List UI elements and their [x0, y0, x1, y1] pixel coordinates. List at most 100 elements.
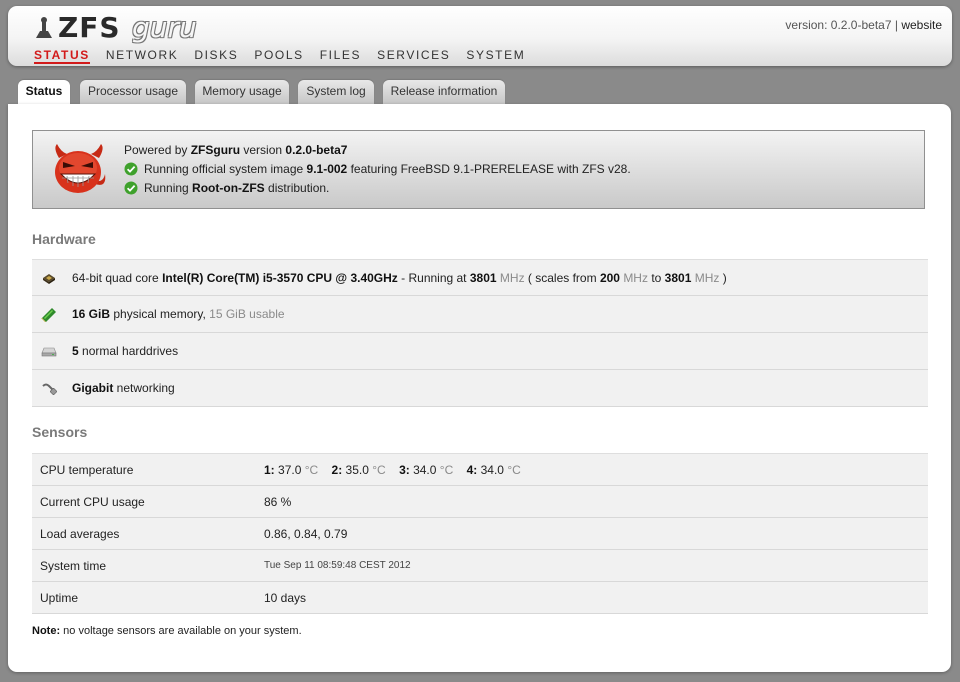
core-temp-1: 1: 37.0 °C: [264, 463, 318, 477]
nav-disks[interactable]: DISKS: [194, 48, 238, 64]
memory-label: physical memory,: [110, 307, 210, 321]
note-text: no voltage sensors are available on your…: [60, 625, 302, 637]
core-temp-value: 34.0: [480, 462, 504, 477]
note-label: Note:: [32, 625, 61, 637]
hardware-memory-row: 16 GiB physical memory, 15 GiB usable: [32, 296, 928, 333]
table-row: Uptime 10 days: [32, 581, 928, 614]
devil-smiley-icon: [55, 144, 106, 193]
distribution-line: Running Root-on-ZFS distribution.: [124, 181, 329, 195]
core-temp-4: 4: 34.0 °C: [467, 463, 521, 477]
top-header: ZFS guru STATUS NETWORK DISKS POOLS FILE…: [8, 6, 952, 66]
main-nav: STATUS NETWORK DISKS POOLS FILES SERVICE…: [34, 48, 541, 64]
nav-pools[interactable]: POOLS: [254, 48, 303, 64]
nav-status[interactable]: STATUS: [34, 48, 90, 64]
cpu-temperature-values: 1: 37.0 °C 2: 35.0 °C 3: 34.0 °C 4: 34.0…: [264, 453, 928, 486]
status-panel: Powered by ZFSguru version 0.2.0-beta7 R…: [8, 104, 951, 672]
cpu-model: Intel(R) Core(TM) i5-3570 CPU @ 3.40GHz: [162, 271, 398, 285]
powered-by-box: Powered by ZFSguru version 0.2.0-beta7 R…: [32, 130, 925, 209]
sensors-title: Sensors: [32, 424, 88, 440]
temp-unit: °C: [507, 462, 521, 477]
nav-services[interactable]: SERVICES: [377, 48, 450, 64]
memory-stick-icon: [41, 308, 56, 322]
temp-unit: °C: [372, 462, 386, 477]
hardware-title: Hardware: [32, 231, 96, 247]
network-speed: Gigabit: [72, 381, 114, 395]
system-image-line: Running official system image 9.1-002 fe…: [124, 162, 631, 176]
version-label: version: [240, 143, 286, 157]
distribution-label: Running: [144, 181, 193, 195]
table-row: Load averages 0.86, 0.84, 0.79: [32, 517, 928, 550]
uptime-value: 10 days: [264, 581, 928, 614]
voltage-note: Note: no voltage sensors are available o…: [32, 625, 302, 637]
cpu-scales-close: ): [719, 271, 727, 285]
check-icon: [124, 181, 138, 195]
core-id: 4:: [466, 462, 478, 477]
product-name: ZFSguru: [190, 143, 241, 157]
cpu-chip-icon: [43, 274, 55, 284]
load-averages-value: 0.86, 0.84, 0.79: [264, 517, 928, 550]
sensor-label: Uptime: [32, 581, 264, 614]
version-separator: |: [894, 18, 898, 32]
version-info: version: 0.2.0-beta7 | website: [785, 18, 942, 32]
network-label: networking: [113, 381, 175, 395]
cpu-frequency: 3801: [469, 271, 497, 285]
nav-network[interactable]: NETWORK: [106, 48, 179, 64]
temp-unit: °C: [439, 462, 454, 477]
tab-memory-usage[interactable]: Memory usage: [195, 80, 289, 104]
memory-info: 16 GiB physical memory, 15 GiB usable: [72, 296, 285, 332]
distribution-name: Root-on-ZFS: [192, 181, 265, 195]
core-id: 2:: [331, 462, 343, 477]
hardware-list: 64-bit quad core Intel(R) Core(TM) i5-35…: [32, 259, 928, 407]
harddrive-icon: [41, 347, 57, 357]
cpu-frequency-unit: MHz: [499, 271, 525, 285]
table-row: CPU temperature 1: 37.0 °C 2: 35.0 °C 3:…: [32, 453, 928, 486]
version-value: 0.2.0-beta7: [830, 18, 892, 32]
table-row: Current CPU usage 86 %: [32, 485, 928, 518]
logo-icon: [36, 17, 52, 38]
tab-status[interactable]: Status: [18, 80, 70, 105]
system-image-version: 9.1-002: [306, 162, 348, 176]
sensor-label: System time: [32, 549, 264, 582]
core-temp-value: 35.0: [345, 462, 369, 477]
system-image-detail: featuring FreeBSD 9.1-PRERELEASE with ZF…: [347, 162, 631, 176]
distribution-suffix: distribution.: [264, 181, 330, 195]
network-info: Gigabit networking: [72, 370, 175, 406]
disk-label: normal harddrives: [78, 344, 179, 358]
nav-files[interactable]: FILES: [320, 48, 361, 64]
tab-processor-usage[interactable]: Processor usage: [80, 80, 186, 104]
hardware-cpu-row: 64-bit quad core Intel(R) Core(TM) i5-35…: [32, 259, 928, 296]
cpu-max-unit: MHz: [694, 271, 720, 285]
sensor-label: Load averages: [32, 517, 264, 550]
disks-info: 5 normal harddrives: [72, 333, 178, 369]
cpu-min-frequency: 200: [599, 271, 620, 285]
hardware-disks-row: 5 normal harddrives: [32, 333, 928, 370]
cpu-scales-label: ( scales from: [524, 271, 600, 285]
memory-usable: 15 GiB usable: [209, 307, 285, 321]
product-version: 0.2.0-beta7: [285, 143, 348, 157]
network-cable-icon: [42, 383, 57, 395]
powered-by-label: Powered by: [124, 143, 191, 157]
cpu-info: 64-bit quad core Intel(R) Core(TM) i5-35…: [72, 260, 727, 296]
core-id: 1:: [264, 462, 275, 477]
system-image-label: Running official system image: [144, 162, 307, 176]
website-link[interactable]: website: [901, 18, 942, 32]
cpu-max-frequency: 3801: [664, 271, 692, 285]
sensor-label: Current CPU usage: [32, 485, 264, 518]
tab-system-log[interactable]: System log: [298, 80, 374, 104]
nav-system[interactable]: SYSTEM: [466, 48, 525, 64]
cpu-min-unit: MHz: [623, 271, 648, 285]
core-temp-value: 37.0: [278, 462, 302, 477]
core-temp-2: 2: 35.0 °C: [332, 463, 386, 477]
temp-unit: °C: [304, 462, 319, 477]
version-prefix: version:: [785, 18, 828, 32]
core-temp-value: 34.0: [413, 462, 437, 477]
tab-release-information[interactable]: Release information: [383, 80, 505, 104]
cpu-prefix: 64-bit quad core: [72, 271, 163, 285]
disk-count: 5: [72, 344, 79, 358]
hardware-network-row: Gigabit networking: [32, 370, 928, 407]
logo-text-main: ZFS: [58, 11, 121, 44]
core-id: 3:: [399, 462, 410, 477]
cpu-usage-value: 86 %: [264, 485, 928, 518]
check-icon: [124, 162, 138, 176]
logo-text-sub: guru: [132, 11, 197, 44]
